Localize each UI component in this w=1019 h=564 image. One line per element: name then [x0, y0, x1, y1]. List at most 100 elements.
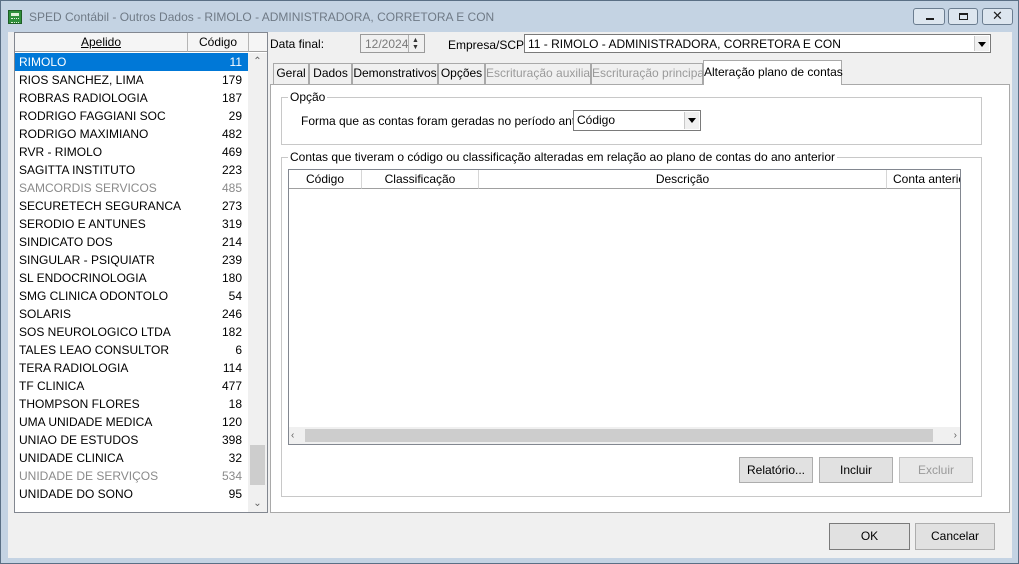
list-item-apelido: SAGITTA INSTITUTO — [19, 163, 136, 177]
list-item-apelido: UNIAO DE ESTUDOS — [19, 433, 139, 447]
ok-button[interactable]: OK — [829, 523, 910, 550]
tab-opcoes[interactable]: Opções — [438, 63, 485, 84]
list-item-codigo: 32 — [228, 451, 242, 465]
list-item-apelido: SL ENDOCRINOLOGIA — [19, 271, 147, 285]
list-item-apelido: UMA UNIDADE MEDICA — [19, 415, 153, 429]
column-header-apelido[interactable]: Apelido — [15, 33, 188, 52]
list-item[interactable]: SAMCORDIS SERVICOS 485 — [15, 179, 248, 197]
relatorio-button[interactable]: Relatório... — [739, 457, 813, 483]
list-item[interactable]: ROBRAS RADIOLOGIA 187 — [15, 89, 248, 107]
spinner-up-icon: ▲ — [412, 37, 419, 44]
list-item[interactable]: SECURETECH SEGURANCA 273 — [15, 197, 248, 215]
list-item-codigo: 6 — [235, 343, 242, 357]
list-item[interactable]: THOMPSON FLORES 18 — [15, 395, 248, 413]
list-item-codigo: 187 — [221, 91, 242, 105]
spinner-buttons: ▲ ▼ — [408, 35, 424, 52]
list-item-apelido: SECURETECH SEGURANCA — [19, 199, 182, 213]
tab-geral[interactable]: Geral — [273, 63, 309, 84]
scroll-right-arrow-icon[interactable]: › — [954, 427, 957, 444]
list-item-apelido: SOLARIS — [19, 307, 72, 321]
minimize-icon — [926, 18, 934, 20]
list-item-apelido: SAMCORDIS SERVICOS — [19, 181, 157, 195]
list-item-codigo: 95 — [228, 487, 242, 501]
opcao-group: Opção Forma que as contas foram geradas … — [281, 90, 982, 145]
list-item-apelido: UNIDADE CLINICA — [19, 451, 124, 465]
column-header-codigo[interactable]: Código — [188, 33, 249, 52]
close-icon: ✕ — [992, 8, 1003, 23]
tab-demonstrativos[interactable]: Demonstrativos — [352, 63, 438, 84]
grid-header-classificacao[interactable]: Classificação — [362, 170, 479, 189]
cancelar-button[interactable]: Cancelar — [915, 523, 995, 550]
list-item[interactable]: SOLARIS 246 — [15, 305, 248, 323]
scrollbar-thumb[interactable] — [305, 429, 933, 442]
list-item[interactable]: SINGULAR - PSIQUIATR 239 — [15, 251, 248, 269]
grid-horizontal-scrollbar[interactable]: ‹ › — [289, 427, 960, 444]
contas-grid[interactable]: Código Classificação Descrição Conta ant… — [288, 169, 961, 445]
list-item-codigo: 246 — [221, 307, 242, 321]
list-vertical-scrollbar[interactable]: ⌃ ⌄ — [248, 53, 267, 512]
maximize-button[interactable] — [948, 8, 978, 25]
list-item-apelido: THOMPSON FLORES — [19, 397, 140, 411]
app-calculator-icon — [8, 10, 22, 24]
grid-header-descricao[interactable]: Descrição — [479, 170, 887, 189]
empresa-label: Empresa/SCP: — [448, 38, 528, 52]
company-list[interactable]: Apelido Código RIMOLO 11 RIOS SANCHEZ, LIM… — [14, 32, 268, 513]
list-item-apelido: UNIDADE DO SONO — [19, 487, 134, 501]
list-item-apelido: TALES LEAO CONSULTOR — [19, 343, 170, 357]
empresa-value: 11 - RIMOLO - ADMINISTRADORA, CORRETORA … — [528, 37, 841, 51]
list-item-apelido: TF CLINICA — [19, 379, 85, 393]
scroll-down-arrow-icon[interactable]: ⌄ — [248, 495, 267, 512]
minimize-button[interactable] — [913, 8, 945, 25]
list-item-apelido: RVR - RIMOLO — [19, 145, 103, 159]
list-item-apelido: UNIDADE DE SERVIÇOS — [19, 469, 159, 483]
excluir-button: Excluir — [899, 457, 973, 483]
empresa-select[interactable]: 11 - RIMOLO - ADMINISTRADORA, CORRETORA … — [524, 34, 991, 53]
chevron-down-icon[interactable] — [974, 36, 989, 51]
list-item-apelido: RIOS SANCHEZ, LIMA — [19, 73, 144, 87]
forma-select[interactable]: Código — [573, 110, 701, 131]
close-button[interactable]: ✕ — [982, 8, 1013, 25]
scroll-up-arrow-icon[interactable]: ⌃ — [248, 53, 267, 70]
list-item[interactable]: RODRIGO FAGGIANI SOC 29 — [15, 107, 248, 125]
chevron-down-icon[interactable] — [684, 112, 699, 129]
list-item[interactable]: TF CLINICA 477 — [15, 377, 248, 395]
list-item[interactable]: UNIAO DE ESTUDOS 398 — [15, 431, 248, 449]
grid-header-codigo[interactable]: Código — [289, 170, 362, 189]
list-item[interactable]: RODRIGO MAXIMIANO 482 — [15, 125, 248, 143]
list-item-codigo: 319 — [221, 217, 242, 231]
list-item-apelido: ROBRAS RADIOLOGIA — [19, 91, 148, 105]
list-item[interactable]: TERA RADIOLOGIA 114 — [15, 359, 248, 377]
list-item[interactable]: SINDICATO DOS 214 — [15, 233, 248, 251]
list-item-apelido: SOS NEUROLOGICO LTDA — [19, 325, 171, 339]
list-item[interactable]: TALES LEAO CONSULTOR 6 — [15, 341, 248, 359]
opcao-group-title: Opção — [288, 90, 328, 104]
spinner-down-icon: ▼ — [412, 44, 419, 51]
list-header: Apelido Código — [15, 33, 267, 52]
grid-header-conta-anterior[interactable]: Conta anterior — [887, 170, 960, 189]
list-item-codigo: 223 — [221, 163, 242, 177]
scrollbar-thumb[interactable] — [250, 445, 265, 485]
list-item[interactable]: SAGITTA INSTITUTO 223 — [15, 161, 248, 179]
header-filler — [249, 33, 267, 52]
scroll-left-arrow-icon[interactable]: ‹ — [291, 427, 294, 444]
data-final-label: Data final: — [270, 37, 325, 51]
list-item[interactable]: SERODIO E ANTUNES 319 — [15, 215, 248, 233]
list-item[interactable]: RIOS SANCHEZ, LIMA 179 — [15, 71, 248, 89]
list-item[interactable]: SOS NEUROLOGICO LTDA 182 — [15, 323, 248, 341]
list-item-codigo: 482 — [221, 127, 242, 141]
list-item[interactable]: RVR - RIMOLO 469 — [15, 143, 248, 161]
list-item[interactable]: UNIDADE DE SERVIÇOS 534 — [15, 467, 248, 485]
tab-dados[interactable]: Dados — [309, 63, 352, 84]
incluir-button[interactable]: Incluir — [819, 457, 893, 483]
list-item[interactable]: UMA UNIDADE MEDICA 120 — [15, 413, 248, 431]
client-area: Apelido Código RIMOLO 11 RIOS SANCHEZ, LIM… — [8, 32, 1012, 558]
list-item-codigo: 398 — [221, 433, 242, 447]
tab-alteracao-plano-de-contas[interactable]: Alteração plano de contas — [703, 60, 843, 85]
list-item[interactable]: RIMOLO 11 — [15, 53, 248, 71]
list-item[interactable]: SL ENDOCRINOLOGIA 180 — [15, 269, 248, 287]
list-item-apelido: TERA RADIOLOGIA — [19, 361, 129, 375]
list-item[interactable]: UNIDADE CLINICA 32 — [15, 449, 248, 467]
list-item[interactable]: SMG CLINICA ODONTOLO 54 — [15, 287, 248, 305]
tab-escrituracao-principal: Escrituração principal — [591, 63, 707, 84]
list-item[interactable]: UNIDADE DO SONO 95 — [15, 485, 248, 503]
